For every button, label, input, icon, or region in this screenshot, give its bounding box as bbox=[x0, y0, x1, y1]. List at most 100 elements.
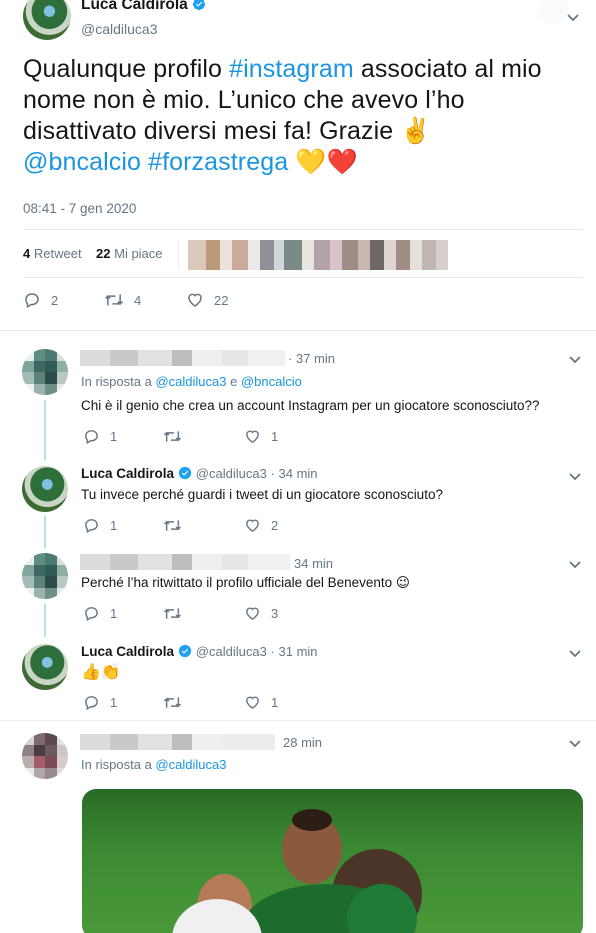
reply-menu-chevron-icon[interactable] bbox=[568, 355, 582, 365]
user-avatar[interactable] bbox=[22, 733, 68, 779]
reply-author-handle[interactable]: @caldiluca3 bbox=[196, 644, 267, 659]
mention-caldiluca3-link[interactable]: @caldiluca3 bbox=[155, 757, 226, 772]
retweet-icon bbox=[163, 697, 182, 708]
thread-line bbox=[44, 516, 46, 548]
blurred-username[interactable] bbox=[80, 350, 285, 366]
reply-author-name[interactable]: Luca Caldirola bbox=[81, 466, 174, 481]
mention-bncalcio-link[interactable]: @bncalcio bbox=[23, 148, 141, 176]
reply-action[interactable]: 1 bbox=[83, 517, 117, 534]
hashtag-instagram-link[interactable]: #instagram bbox=[229, 55, 354, 83]
heart-icon bbox=[246, 696, 259, 710]
tweet-menu-chevron-icon[interactable] bbox=[566, 13, 580, 23]
in-reply-prefix: In risposta a bbox=[81, 757, 152, 772]
blurred-username[interactable] bbox=[80, 554, 290, 570]
reply-author-name[interactable]: Luca Caldirola bbox=[81, 644, 174, 659]
retweet-action[interactable]: 4 bbox=[104, 291, 141, 309]
reply-menu-chevron-icon[interactable] bbox=[568, 649, 582, 659]
reply-icon bbox=[85, 607, 98, 622]
user-avatar[interactable] bbox=[22, 553, 68, 599]
reply-header: Luca Caldirola @caldiluca3 · 34 min bbox=[81, 466, 318, 481]
tweet-timestamp[interactable]: 08:41 - 7 gen 2020 bbox=[23, 201, 136, 216]
player-hair bbox=[292, 809, 332, 831]
author-avatar[interactable] bbox=[22, 644, 68, 690]
reply-icon bbox=[25, 293, 39, 309]
retweet-icon bbox=[104, 294, 124, 306]
like-count: 2 bbox=[271, 518, 279, 533]
reply-time[interactable]: 28 min bbox=[283, 735, 322, 750]
retweet-icon bbox=[163, 608, 182, 619]
media-photo[interactable] bbox=[82, 789, 583, 933]
retweet-action[interactable] bbox=[163, 517, 192, 534]
follow-indicator bbox=[538, 0, 568, 24]
reply-action[interactable]: 1 bbox=[83, 694, 117, 711]
likers-avatars-row[interactable] bbox=[188, 240, 450, 270]
tweet-text-part: 💛❤️ bbox=[288, 148, 358, 176]
tweet-text-part: Qualunque profilo bbox=[23, 55, 230, 83]
tweet-text: Qualunque profilo #instagram associato a… bbox=[23, 54, 583, 178]
reply-count: 1 bbox=[110, 429, 118, 444]
reply-count: 2 bbox=[51, 292, 59, 308]
retweet-action[interactable] bbox=[163, 605, 192, 622]
heart-icon bbox=[188, 293, 202, 307]
verified-badge-icon bbox=[178, 466, 192, 480]
likes-count: 22 bbox=[96, 246, 111, 261]
reply-icon bbox=[85, 519, 98, 534]
author-name[interactable]: Luca Caldirola bbox=[81, 0, 188, 13]
like-action[interactable]: 2 bbox=[244, 517, 278, 534]
user-avatar[interactable] bbox=[22, 349, 68, 395]
reply-time[interactable]: 34 min bbox=[294, 556, 333, 571]
reply-count: 1 bbox=[110, 695, 118, 710]
like-action[interactable]: 1 bbox=[244, 428, 278, 445]
heart-icon bbox=[246, 430, 259, 444]
reply-menu-chevron-icon[interactable] bbox=[568, 560, 582, 570]
retweet-icon bbox=[163, 431, 182, 442]
like-action[interactable]: 22 bbox=[186, 291, 228, 309]
blurred-username[interactable] bbox=[80, 734, 275, 750]
stats-separator bbox=[178, 240, 179, 268]
reply-menu-chevron-icon[interactable] bbox=[568, 739, 582, 749]
in-reply-and: e bbox=[230, 374, 238, 389]
hashtag-forzastrega-link[interactable]: #forzastrega bbox=[148, 148, 288, 176]
author-handle[interactable]: @caldiluca3 bbox=[81, 21, 157, 37]
divider bbox=[23, 277, 582, 278]
reply-time[interactable]: · 34 min bbox=[271, 466, 318, 481]
author-avatar[interactable] bbox=[23, 0, 71, 40]
reply-action[interactable]: 2 bbox=[23, 291, 58, 309]
retweet-action[interactable] bbox=[163, 428, 192, 445]
retweets-stat[interactable]: 4 Retweet bbox=[23, 246, 82, 261]
likes-stat[interactable]: 22 Mi piace bbox=[96, 246, 163, 261]
likes-label: Mi piace bbox=[114, 246, 163, 261]
reply-icon bbox=[85, 696, 98, 711]
reply-text: Chi è il genio che crea un account Insta… bbox=[81, 398, 540, 413]
retweets-count: 4 bbox=[23, 246, 31, 261]
heart-icon bbox=[246, 607, 259, 621]
like-count: 22 bbox=[214, 292, 229, 308]
reply-time[interactable]: · 37 min bbox=[288, 351, 335, 366]
like-count: 3 bbox=[271, 606, 279, 621]
reply-count: 1 bbox=[110, 606, 118, 621]
retweets-label: Retweet bbox=[33, 246, 82, 261]
tweet-stats: 4 Retweet 22 Mi piace bbox=[23, 246, 163, 261]
retweet-count: 4 bbox=[134, 292, 142, 308]
author-name-row[interactable]: Luca Caldirola bbox=[81, 0, 206, 14]
retweet-action[interactable] bbox=[163, 694, 192, 711]
like-action[interactable]: 3 bbox=[244, 605, 278, 622]
verified-badge-icon bbox=[178, 644, 192, 658]
verified-badge-icon bbox=[192, 0, 206, 11]
mention-bncalcio-link[interactable]: @bncalcio bbox=[241, 374, 302, 389]
section-divider bbox=[0, 330, 596, 331]
reply-action[interactable]: 1 bbox=[83, 428, 117, 445]
thread-line bbox=[44, 400, 46, 460]
reply-action[interactable]: 1 bbox=[83, 605, 117, 622]
reply-count: 1 bbox=[110, 518, 118, 533]
like-action[interactable]: 1 bbox=[244, 694, 278, 711]
heart-icon bbox=[246, 519, 259, 533]
reply-author-handle[interactable]: @caldiluca3 bbox=[196, 466, 267, 481]
reply-header: Luca Caldirola @caldiluca3 · 31 min bbox=[81, 644, 318, 659]
reply-menu-chevron-icon[interactable] bbox=[568, 472, 582, 482]
reply-text: 👍👏 bbox=[81, 664, 121, 681]
author-avatar[interactable] bbox=[22, 466, 68, 512]
section-divider bbox=[0, 720, 596, 721]
reply-time[interactable]: · 31 min bbox=[271, 644, 318, 659]
mention-caldiluca3-link[interactable]: @caldiluca3 bbox=[155, 374, 226, 389]
